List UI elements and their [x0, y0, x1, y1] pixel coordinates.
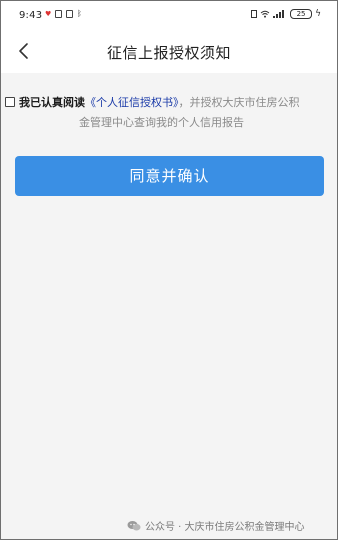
consent-checkbox[interactable]: [5, 97, 15, 107]
charging-icon: ϟ: [315, 8, 321, 19]
notification-icon: [66, 10, 73, 18]
heart-icon: ♥: [45, 10, 52, 18]
wifi-icon: [260, 10, 270, 18]
watermark: 公众号 · 大庆市住房公积金管理中心: [127, 518, 305, 533]
signal-icon: [273, 10, 287, 18]
battery-icon: 25: [290, 9, 313, 19]
authorization-letter-link[interactable]: 《个人征信授权书》: [85, 96, 179, 109]
status-time: 9:43: [19, 10, 43, 21]
agree-confirm-button[interactable]: 同意并确认: [15, 156, 324, 196]
page-header: 征信上报授权须知: [1, 29, 337, 73]
bluetooth-icon: ᛒ: [77, 9, 82, 18]
app-frame: 9:43 ♥ ᛒ 25 ϟ 征信上报授权须知 我已认真阅读《个人征信授权书》，并…: [0, 0, 338, 540]
vibrate-icon: [251, 10, 258, 18]
wechat-icon: [127, 520, 141, 530]
notification-icons: ♥ ᛒ: [45, 10, 82, 18]
page-title: 征信上报授权须知: [106, 44, 231, 62]
consent-text-line2: 金管理中心查询我的个人信用报告: [79, 116, 244, 129]
consent-text: 我已认真阅读《个人征信授权书》，并授权大庆市住房公积: [19, 94, 300, 112]
consent-suffix: ，并授权大庆市住房公积: [178, 96, 300, 109]
consent-prefix: 我已认真阅读: [19, 96, 85, 109]
system-icons: 25 ϟ: [251, 9, 321, 19]
watermark-text: 公众号 · 大庆市住房公积金管理中心: [145, 522, 305, 533]
notification-icon: [55, 10, 62, 18]
status-bar: 9:43 ♥ ᛒ 25 ϟ: [1, 1, 337, 29]
